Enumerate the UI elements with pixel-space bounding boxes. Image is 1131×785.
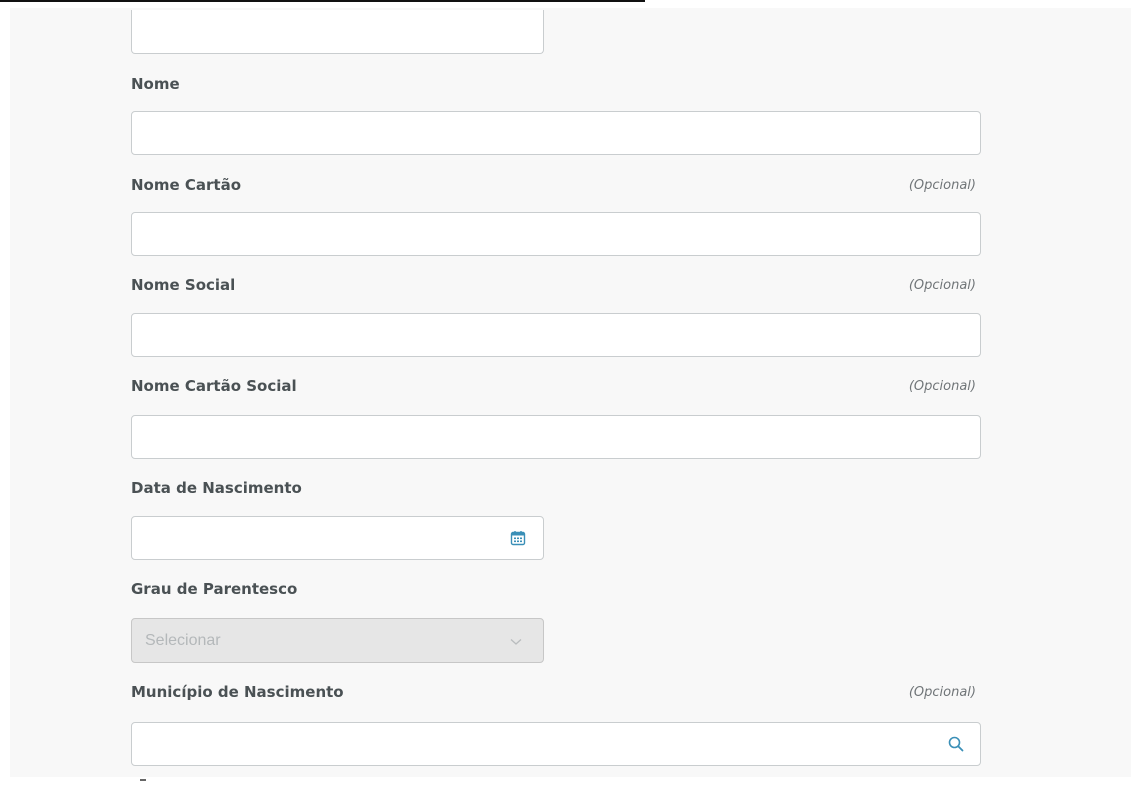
nome-cartao-input[interactable] <box>131 212 981 256</box>
next-label-fragment <box>140 779 146 781</box>
nome-input[interactable] <box>131 111 981 155</box>
top-divider-line <box>0 0 645 2</box>
nome-social-label: Nome Social <box>131 276 236 294</box>
data-nascimento-label: Data de Nascimento <box>131 479 302 497</box>
municipio-nascimento-optional: (Opcional) <box>908 685 976 700</box>
chevron-down-icon <box>510 639 522 645</box>
data-nascimento-input[interactable] <box>131 516 544 560</box>
nome-social-optional: (Opcional) <box>908 278 976 293</box>
grau-parentesco-label: Grau de Parentesco <box>131 580 298 598</box>
nome-cartao-optional: (Opcional) <box>908 178 976 193</box>
previous-field[interactable] <box>131 10 544 54</box>
grau-parentesco-placeholder: Selecionar <box>145 631 221 649</box>
nome-cartao-social-input[interactable] <box>131 415 981 459</box>
nome-cartao-social-label: Nome Cartão Social <box>131 377 297 395</box>
search-icon[interactable] <box>948 736 964 752</box>
municipio-nascimento-input[interactable] <box>131 722 981 766</box>
nome-label: Nome <box>131 75 180 93</box>
calendar-icon[interactable] <box>510 530 526 546</box>
nome-social-input[interactable] <box>131 313 981 357</box>
nome-cartao-label: Nome Cartão <box>131 176 242 194</box>
nome-cartao-social-optional: (Opcional) <box>908 379 976 394</box>
grau-parentesco-select[interactable]: Selecionar <box>131 618 544 663</box>
municipio-nascimento-label: Município de Nascimento <box>131 683 344 701</box>
